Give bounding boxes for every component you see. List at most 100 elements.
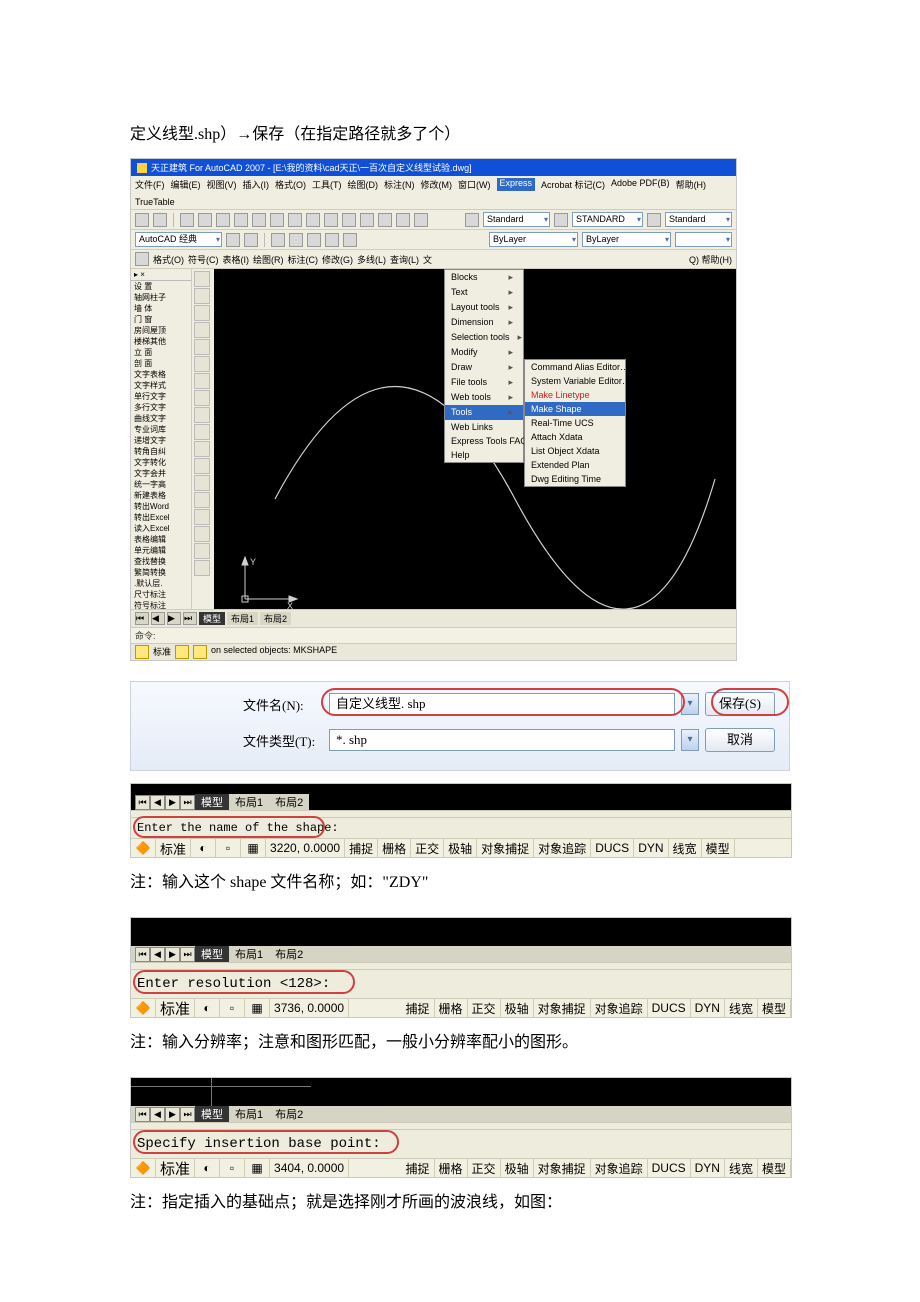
tab-nav-next-icon[interactable]: ▶ (165, 1107, 180, 1122)
command-line[interactable]: Specify insertion base point: (131, 1129, 791, 1158)
tab-nav-prev-icon[interactable]: ◀ (150, 795, 165, 810)
sec-menu-item[interactable]: 修改(G) (322, 253, 353, 266)
tab-nav-first-icon[interactable]: ⏮ (135, 947, 150, 962)
secondary-menubar[interactable]: 格式(O) 符号(C) 表格(I) 绘图(R) 标注(C) 修改(G) 多线(L… (131, 250, 736, 269)
palette-item[interactable]: 专业词库 (131, 424, 191, 435)
filetype-field[interactable]: *. shp (329, 729, 675, 751)
tool-icon[interactable] (342, 213, 356, 227)
sec-menu-item[interactable]: 文 (423, 253, 432, 266)
drawing-canvas[interactable]: Y X Blocks▸ Text▸ Layout tools▸ Dimensio… (214, 269, 736, 609)
palette-item[interactable]: 符号标注 (131, 600, 191, 609)
toggle[interactable]: 线宽 (725, 1159, 758, 1177)
palette-close[interactable]: ▸ × (131, 269, 191, 281)
tool-icon[interactable] (194, 424, 210, 440)
tool-icon[interactable] (270, 213, 284, 227)
tool-icon[interactable] (252, 213, 266, 227)
tool-icon[interactable] (135, 252, 149, 266)
tab-nav-next-icon[interactable]: ▶ (165, 795, 180, 810)
tools-item[interactable]: Command Alias Editor… (525, 360, 625, 374)
tool-icon[interactable] (226, 233, 240, 247)
menu-item[interactable]: 插入(I) (243, 178, 270, 191)
toggle[interactable]: DUCS (648, 1159, 691, 1177)
tool-icon[interactable] (306, 213, 320, 227)
menu-item[interactable]: 工具(T) (312, 178, 342, 191)
toggle[interactable]: 线宽 (669, 839, 702, 857)
submenu-item[interactable]: Blocks▸ (445, 270, 523, 285)
toggle[interactable]: 栅格 (435, 1159, 468, 1177)
tab-model[interactable]: 模型 (195, 946, 229, 962)
toolbar-main[interactable]: Standard STANDARD Standard (131, 210, 736, 230)
tool-icon[interactable] (325, 233, 339, 247)
palette-item[interactable]: 文字表格 (131, 369, 191, 380)
tool-icon[interactable] (194, 390, 210, 406)
sec-menu-item[interactable]: 绘图(R) (253, 253, 284, 266)
model-tabs-row[interactable]: ⏮ ◀ ▶ ⏭ 模型 布局1 布局2 (131, 946, 791, 962)
toggle[interactable]: 线宽 (725, 999, 758, 1017)
tool-icon[interactable] (289, 233, 303, 247)
toggle[interactable]: 对象追踪 (591, 999, 648, 1017)
tool-icon[interactable] (194, 509, 210, 525)
tool-icon[interactable] (554, 213, 568, 227)
tool-icon[interactable] (647, 213, 661, 227)
tools-submenu[interactable]: Command Alias Editor… System Variable Ed… (524, 359, 626, 487)
tool-icon[interactable] (194, 373, 210, 389)
palette-item[interactable]: .默认层. (131, 578, 191, 589)
color-combo[interactable]: ByLayer (489, 232, 578, 247)
tool-icon[interactable] (194, 492, 210, 508)
menu-item[interactable]: 帮助(H) (676, 178, 707, 191)
tab-model[interactable]: 模型 (195, 794, 229, 810)
tab-nav-first-icon[interactable]: ⏮ (135, 1107, 150, 1122)
tools-item[interactable]: List Object Xdata (525, 444, 625, 458)
tool-icon[interactable] (194, 322, 210, 338)
palette-item[interactable]: 转角自纠 (131, 446, 191, 457)
tools-item[interactable]: Dwg Editing Time (525, 472, 625, 486)
tool-icon[interactable] (135, 213, 149, 227)
sec-menu-item[interactable]: 查询(L) (390, 253, 419, 266)
filename-field[interactable]: 自定义线型. shp (329, 693, 675, 715)
command-line[interactable]: Enter resolution <128>: (131, 969, 791, 998)
workspace-combo[interactable]: AutoCAD 经典 (135, 232, 222, 247)
tab-layout1[interactable]: 布局1 (229, 794, 269, 810)
submenu-item[interactable]: Layout tools▸ (445, 300, 523, 315)
menu-item[interactable]: 标注(N) (384, 178, 415, 191)
tool-icon[interactable] (324, 213, 338, 227)
menu-item[interactable]: Acrobat 标记(C) (541, 178, 605, 191)
toggle[interactable]: 对象追踪 (534, 839, 591, 857)
tool-icon[interactable] (234, 213, 248, 227)
tab-nav-prev-icon[interactable]: ◀ (150, 1107, 165, 1122)
palette-item[interactable]: 文字会并 (131, 468, 191, 479)
menu-item[interactable]: 格式(O) (275, 178, 306, 191)
tab-nav-last-icon[interactable]: ⏭ (183, 612, 197, 625)
tool-icon[interactable] (194, 560, 210, 576)
toggle[interactable]: 栅格 (435, 999, 468, 1017)
submenu-item[interactable]: File tools▸ (445, 375, 523, 390)
toggle[interactable]: 极轴 (501, 1159, 534, 1177)
sec-menu-item[interactable]: 符号(C) (188, 253, 219, 266)
tool-icon[interactable] (194, 339, 210, 355)
menu-item[interactable]: TrueTable (135, 197, 175, 207)
toolbar-workspace[interactable]: AutoCAD 经典 ByLayer ByLayer (131, 230, 736, 250)
tool-icon[interactable] (194, 305, 210, 321)
tool-icon[interactable] (194, 288, 210, 304)
tool-icon[interactable] (194, 407, 210, 423)
tool-icon[interactable] (360, 213, 374, 227)
toggle[interactable]: 正交 (411, 839, 444, 857)
tool-icon[interactable] (194, 271, 210, 287)
tab-layout1[interactable]: 布局1 (229, 946, 269, 962)
model-tabs-row[interactable]: ⏮ ◀ ▶ ⏭ 模型 布局1 布局2 (131, 784, 791, 810)
toggle[interactable]: 捕捉 (345, 839, 378, 857)
style-combo[interactable]: Standard (483, 212, 550, 227)
submenu-item[interactable]: Draw▸ (445, 360, 523, 375)
tool-icon[interactable] (271, 233, 285, 247)
palette-item[interactable]: 表格编辑 (131, 534, 191, 545)
menu-item[interactable]: 修改(M) (421, 178, 453, 191)
linetype-combo[interactable]: ByLayer (582, 232, 671, 247)
command-row[interactable]: 命令: (131, 627, 736, 643)
tool-icon[interactable] (307, 233, 321, 247)
toggle[interactable]: 模型 (758, 1159, 791, 1177)
tool-icon[interactable] (153, 213, 167, 227)
palette-item[interactable]: 统一字高 (131, 479, 191, 490)
std2-combo[interactable]: Standard (665, 212, 732, 227)
palette-item[interactable]: 立 面 (131, 347, 191, 358)
toggle[interactable]: 模型 (702, 839, 735, 857)
